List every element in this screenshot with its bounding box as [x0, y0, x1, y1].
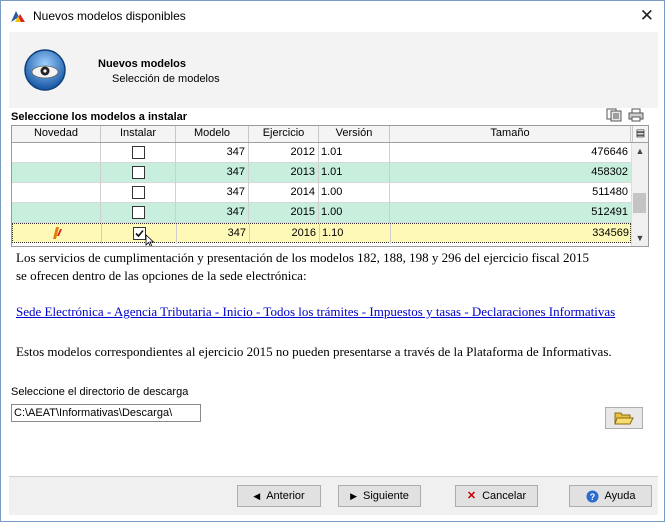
table-row[interactable]: 347 2014 1.00 511480: [12, 183, 631, 203]
cancel-x-icon: ✕: [466, 490, 477, 503]
mouse-cursor-icon: [145, 234, 155, 246]
aeat-logo-icon: [11, 11, 25, 22]
scroll-down-icon[interactable]: ▼: [632, 230, 648, 246]
wizard-footer: ◀ Anterior ▶ Siguiente ✕ Cancelar ? Ayuda: [9, 476, 658, 515]
title-bar: Nuevos modelos disponibles ✕: [1, 1, 664, 31]
cell-instalar: [101, 163, 176, 183]
download-dir-input[interactable]: [11, 404, 201, 422]
download-dir-label: Seleccione el directorio de descarga: [11, 386, 189, 398]
install-checkbox[interactable]: [132, 186, 145, 199]
cell-ejercicio: 2013: [249, 163, 319, 183]
cell-version: 1.10: [320, 224, 391, 244]
cell-modelo: 347: [176, 203, 249, 223]
cell-ejercicio: 2015: [249, 203, 319, 223]
install-checkbox[interactable]: [132, 146, 145, 159]
cell-version: 1.00: [319, 183, 390, 203]
header-subtitle: Selección de modelos: [112, 73, 220, 85]
close-icon[interactable]: ✕: [640, 6, 654, 26]
cell-novedad: [13, 224, 102, 244]
cell-tamano: 511480: [592, 186, 628, 198]
table-row[interactable]: 347 2012 1.01 476646: [12, 143, 631, 163]
table-row[interactable]: 347 2013 1.01 458302: [12, 163, 631, 183]
arrow-left-icon: ◀: [253, 491, 261, 502]
cell-instalar: [102, 224, 177, 246]
col-instalar[interactable]: Instalar: [101, 126, 176, 142]
cell-modelo: 347: [176, 183, 249, 203]
sede-electronica-link[interactable]: Sede Electrónica - Agencia Tributaria - …: [16, 303, 656, 321]
col-tamano[interactable]: Tamaño: [390, 126, 631, 142]
dialog-window: Nuevos modelos disponibles ✕ Nuevos mode…: [0, 0, 665, 522]
cell-ejercicio: 2016: [250, 224, 320, 244]
next-button-label: Siguiente: [363, 490, 409, 502]
section-label: Seleccione los modelos a instalar: [11, 111, 188, 123]
copy-icon[interactable]: [606, 108, 622, 122]
prev-button[interactable]: ◀ Anterior: [237, 485, 321, 507]
cell-novedad: [12, 203, 101, 223]
models-table: Novedad Instalar Modelo Ejercicio Versió…: [11, 125, 649, 247]
models-logo-icon: [24, 49, 66, 91]
help-icon: ?: [586, 490, 598, 503]
cell-novedad: [12, 183, 101, 203]
cell-ejercicio: 2012: [249, 143, 319, 163]
arrow-right-icon: ▶: [350, 491, 358, 502]
cell-tamano: 458302: [591, 166, 628, 178]
cell-modelo: 347: [177, 224, 250, 244]
prev-button-label: Anterior: [266, 490, 305, 502]
table-scrollbar[interactable]: ▲ ▼: [631, 143, 648, 246]
cancel-button[interactable]: ✕ Cancelar: [455, 485, 538, 507]
install-checkbox[interactable]: [132, 206, 145, 219]
table-row-selected[interactable]: 347 2016 1.10 334569: [12, 223, 631, 246]
install-checkbox[interactable]: [132, 166, 145, 179]
cell-ejercicio: 2014: [249, 183, 319, 203]
cell-tamano: 334569: [592, 227, 629, 239]
column-chooser-icon[interactable]: ▤: [632, 126, 648, 142]
cell-version: 1.01: [319, 163, 390, 183]
info-note: Estos modelos correspondientes al ejerci…: [16, 344, 612, 359]
new-flag-icon: [53, 227, 62, 240]
cell-instalar: [101, 203, 176, 223]
cell-novedad: [12, 143, 101, 163]
scroll-up-icon[interactable]: ▲: [632, 143, 648, 159]
cell-modelo: 347: [176, 143, 249, 163]
cell-modelo: 347: [176, 163, 249, 183]
table-header: Novedad Instalar Modelo Ejercicio Versió…: [12, 126, 648, 143]
cancel-button-label: Cancelar: [482, 490, 527, 502]
cell-tamano: 512491: [591, 206, 628, 218]
cell-version: 1.00: [319, 203, 390, 223]
browse-folder-button[interactable]: [605, 407, 643, 429]
col-ejercicio[interactable]: Ejercicio: [249, 126, 319, 142]
svg-text:?: ?: [589, 492, 595, 502]
header-title: Nuevos modelos: [98, 58, 187, 70]
info-line-2: se ofrecen dentro de las opciones de la …: [16, 268, 307, 283]
cell-novedad: [12, 163, 101, 183]
cell-instalar: [101, 143, 176, 163]
info-line-1: Los servicios de cumplimentación y prese…: [16, 250, 589, 265]
folder-open-icon: [614, 412, 634, 425]
help-button[interactable]: ? Ayuda: [569, 485, 652, 507]
next-button[interactable]: ▶ Siguiente: [338, 485, 421, 507]
col-version[interactable]: Versión: [319, 126, 390, 142]
help-button-label: Ayuda: [604, 490, 636, 502]
print-icon[interactable]: [628, 108, 644, 122]
wizard-header: Nuevos modelos Selección de modelos: [9, 32, 658, 108]
table-row[interactable]: 347 2015 1.00 512491: [12, 203, 631, 223]
scrollbar-thumb[interactable]: [633, 193, 646, 213]
col-novedad[interactable]: Novedad: [12, 126, 101, 142]
col-modelo[interactable]: Modelo: [176, 126, 249, 142]
cell-tamano: 476646: [591, 146, 628, 158]
cell-instalar: [101, 183, 176, 203]
cell-version: 1.01: [319, 143, 390, 163]
check-icon: [135, 229, 144, 238]
window-title: Nuevos modelos disponibles: [33, 9, 186, 23]
